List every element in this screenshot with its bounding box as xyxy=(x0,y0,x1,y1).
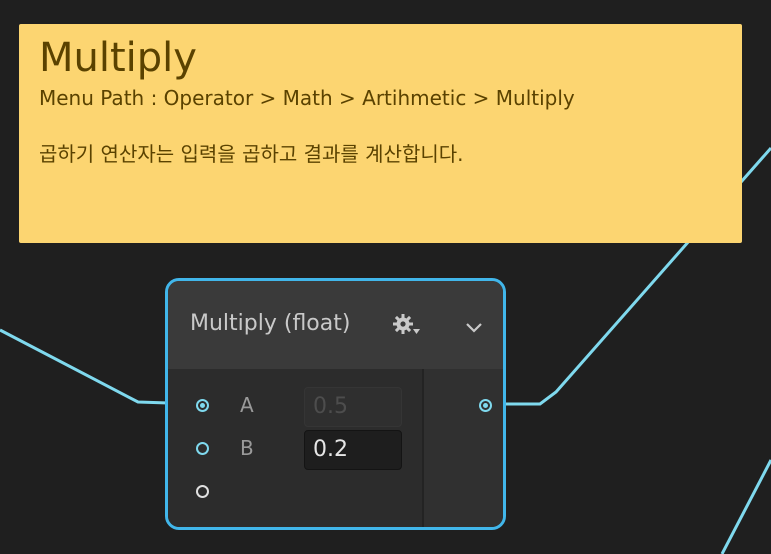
sticky-note[interactable]: Multiply Menu Path : Operator > Math > A… xyxy=(19,24,742,243)
input-label-b: B xyxy=(240,436,254,460)
sticky-note-description: 곱하기 연산자는 입력을 곱하고 결과를 계산합니다. xyxy=(39,142,464,166)
offscreen-wire[interactable] xyxy=(720,459,771,554)
output-port[interactable] xyxy=(479,399,492,412)
node-title: Multiply (float) xyxy=(190,311,351,336)
sticky-note-title: Multiply xyxy=(39,35,197,81)
gear-icon[interactable] xyxy=(392,313,422,337)
chevron-down-icon[interactable] xyxy=(462,317,486,337)
input-port-a[interactable] xyxy=(196,399,209,412)
input-label-a: A xyxy=(240,393,254,417)
multiply-node[interactable]: Multiply (float) A 0.5 B 0.2 xyxy=(165,278,506,530)
output-ports-panel xyxy=(422,369,503,527)
input-ports-panel: A 0.5 B 0.2 xyxy=(168,369,422,527)
input-port-b[interactable] xyxy=(196,442,209,455)
add-input-port[interactable] xyxy=(196,485,209,498)
input-a-value-field: 0.5 xyxy=(304,387,402,427)
input-b-value-field[interactable]: 0.2 xyxy=(304,430,402,470)
menu-path: Menu Path : Operator > Math > Artihmetic… xyxy=(39,86,575,110)
node-header[interactable]: Multiply (float) xyxy=(168,281,503,371)
